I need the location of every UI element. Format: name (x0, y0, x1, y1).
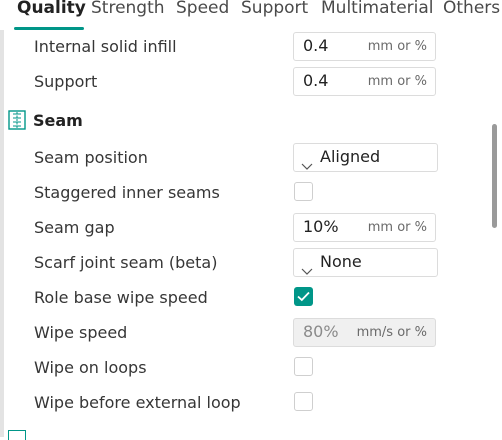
tab-bar: Quality Strength Speed Support Multimate… (0, 0, 502, 30)
staggered-inner-seams-label: Staggered inner seams (34, 183, 220, 202)
seam-position-value[interactable]: Aligned (320, 147, 380, 166)
wipe-speed-label: Wipe speed (34, 323, 128, 342)
active-tab-indicator (14, 27, 84, 30)
role-base-wipe-speed-label: Role base wipe speed (34, 288, 208, 307)
scarf-joint-seam-value[interactable]: None (320, 252, 362, 271)
chevron-down-icon[interactable] (301, 260, 313, 279)
tab-support[interactable]: Support (241, 0, 308, 18)
internal-solid-infill-field[interactable]: 0.4 mm or % (293, 32, 436, 61)
internal-solid-infill-value[interactable]: 0.4 (303, 36, 328, 55)
wipe-speed-unit: mm/s or % (356, 325, 427, 340)
tab-quality[interactable]: Quality (17, 0, 86, 18)
support-value[interactable]: 0.4 (303, 71, 328, 90)
support-unit: mm or % (367, 74, 427, 89)
internal-solid-infill-label: Internal solid infill (34, 37, 177, 56)
role-base-wipe-speed-checkbox[interactable] (294, 287, 313, 306)
seam-gap-field[interactable]: 10% mm or % (293, 213, 436, 242)
wipe-on-loops-checkbox[interactable] (294, 357, 313, 376)
scrollbar-track[interactable] (490, 30, 502, 437)
seam-gap-value[interactable]: 10% (303, 217, 339, 236)
seam-section-header: Seam (8, 110, 83, 130)
next-section-icon (8, 430, 26, 440)
wipe-on-loops-label: Wipe on loops (34, 358, 147, 377)
support-label: Support (34, 72, 98, 91)
seam-gap-label: Seam gap (34, 218, 115, 237)
tab-multimaterial[interactable]: Multimaterial (321, 0, 434, 18)
seam-icon (8, 110, 26, 130)
tab-strength[interactable]: Strength (91, 0, 165, 18)
checkmark-icon (297, 291, 310, 302)
wipe-before-external-loop-checkbox[interactable] (294, 392, 313, 411)
wipe-before-external-loop-label: Wipe before external loop (34, 393, 241, 412)
wipe-speed-value[interactable]: 80% (303, 322, 339, 341)
wipe-speed-field[interactable]: 80% mm/s or % (293, 318, 436, 347)
support-field[interactable]: 0.4 mm or % (293, 67, 436, 96)
seam-gap-unit: mm or % (367, 220, 427, 235)
internal-solid-infill-unit: mm or % (367, 39, 427, 54)
staggered-inner-seams-checkbox[interactable] (294, 182, 313, 201)
seam-section-title: Seam (33, 110, 83, 130)
tab-speed[interactable]: Speed (176, 0, 229, 18)
chevron-down-icon[interactable] (301, 155, 313, 174)
scrollbar-thumb[interactable] (492, 124, 497, 228)
scarf-joint-seam-combo[interactable]: None (293, 248, 438, 277)
seam-position-label: Seam position (34, 148, 148, 167)
seam-position-combo[interactable]: Aligned (293, 143, 438, 172)
scarf-joint-seam-label: Scarf joint seam (beta) (34, 253, 218, 272)
tab-others[interactable]: Others (443, 0, 500, 18)
panel-left-border (0, 30, 4, 437)
